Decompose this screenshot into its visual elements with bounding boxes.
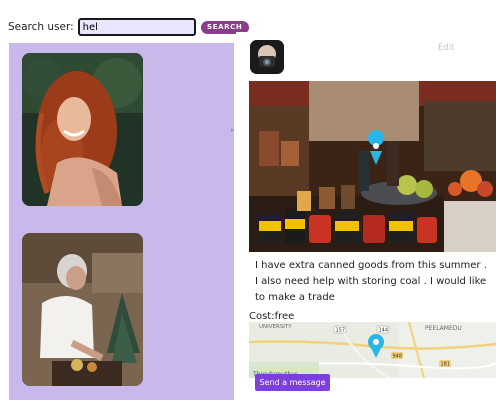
search-input[interactable] <box>77 18 196 36</box>
user-photo <box>22 53 143 206</box>
poster-avatar[interactable] <box>250 40 284 74</box>
road-badge: 948 <box>393 354 403 360</box>
road-badge: 144 <box>379 328 389 334</box>
user-results-panel <box>9 43 234 400</box>
post-cost: Cost:free <box>249 311 295 322</box>
map-label: UNIVERSITY <box>259 324 292 330</box>
user-photo <box>22 233 143 386</box>
scroll-caret-icon: ▸ <box>231 126 235 134</box>
camera-avatar-icon <box>250 40 284 74</box>
search-bar: Search user: SEARCH <box>8 17 249 37</box>
road-badge: 181 <box>441 362 451 368</box>
edit-link[interactable]: Edit <box>438 43 454 53</box>
post-description: I have extra canned goods from this summ… <box>255 260 487 303</box>
post-card: Edit I have extra canned goods from this… <box>236 32 496 400</box>
road-badge: 157 <box>336 328 346 334</box>
location-map[interactable]: UNIVERSITY Thondamuthur PEELAMEDU 157 14… <box>249 322 496 378</box>
search-label: Search user: <box>8 21 74 33</box>
send-message-button[interactable]: Send a message <box>255 374 330 391</box>
map-label: PEELAMEDU <box>425 325 462 332</box>
user-card[interactable] <box>22 233 143 386</box>
user-card[interactable] <box>22 53 143 206</box>
post-image <box>249 81 496 252</box>
